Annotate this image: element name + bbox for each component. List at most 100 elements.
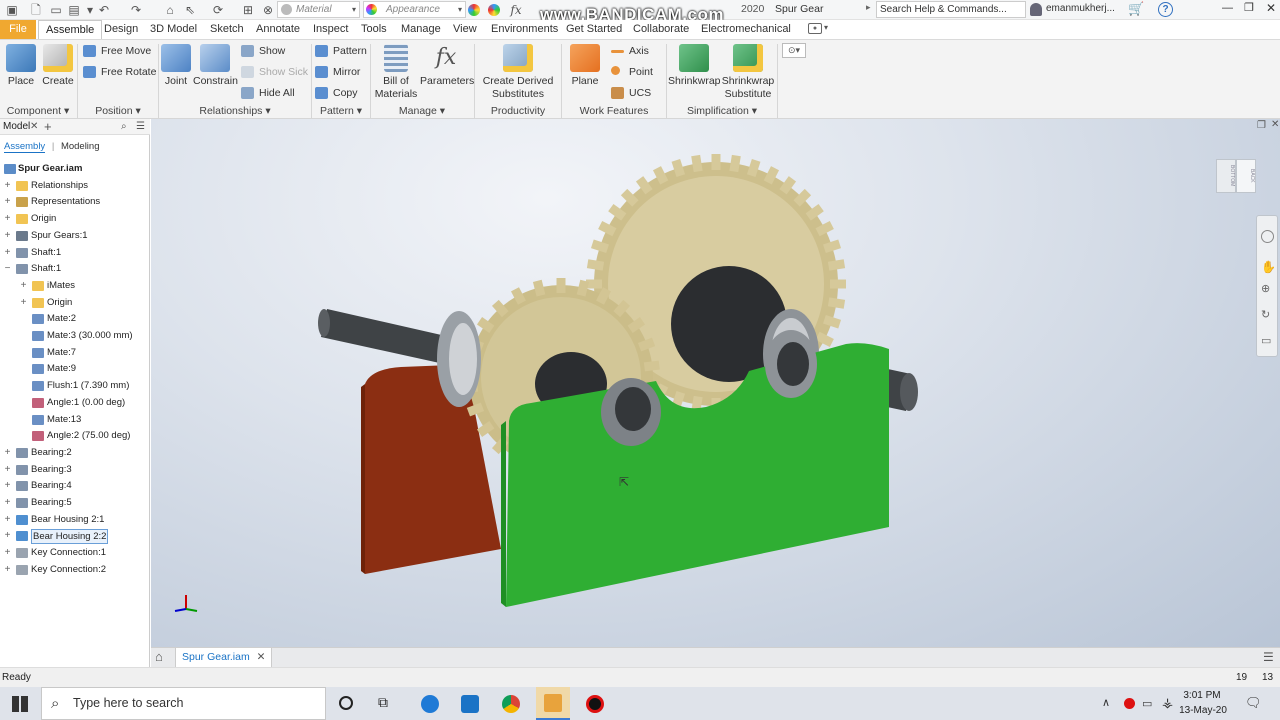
ribbon-options-icon[interactable]: ● xyxy=(808,23,822,34)
parameters-fx-icon[interactable]: fx xyxy=(508,2,524,18)
create-derived-substitutes-button[interactable]: Create Derived Substitutes xyxy=(478,40,558,101)
chrome-icon[interactable] xyxy=(502,695,520,713)
tab-spur-gear-iam[interactable]: Spur Gear.iam ✕ xyxy=(175,648,273,667)
group-work-features[interactable]: Work Features xyxy=(562,104,666,119)
group-simplification[interactable]: Simplification ▾ xyxy=(668,104,776,119)
tab-sketch[interactable]: Sketch xyxy=(203,20,251,39)
free-rotate-button[interactable]: Free Rotate xyxy=(82,63,156,81)
shrinkwrap-substitute-button[interactable]: Shrinkwrap Substitute xyxy=(720,40,776,101)
menu-icon[interactable]: ☰ xyxy=(136,119,145,135)
adjust-icon[interactable] xyxy=(468,4,480,16)
steering-wheel-icon[interactable] xyxy=(1261,230,1274,243)
help-search-input[interactable]: Search Help & Commands... xyxy=(876,1,1026,18)
inventor-taskbar-button[interactable] xyxy=(536,687,570,720)
close-icon[interactable]: ✕ xyxy=(257,651,266,663)
new-icon[interactable]: 🗋 xyxy=(28,2,44,18)
redo-icon[interactable]: ↷ xyxy=(128,2,144,18)
tab-inspect[interactable]: Inspect xyxy=(306,20,355,39)
network-icon[interactable]: ⚶ xyxy=(1162,695,1173,711)
windows-start-icon[interactable] xyxy=(12,696,28,712)
edge-icon[interactable] xyxy=(421,695,439,713)
viewcube-face-bottom[interactable]: BOTTOM xyxy=(1216,159,1236,193)
expand-toggle-icon[interactable]: + xyxy=(3,512,12,528)
task-view-icon[interactable]: ⧉ xyxy=(378,694,388,711)
tab-file[interactable]: File xyxy=(0,20,36,39)
minimize-icon[interactable]: — xyxy=(1222,2,1233,14)
expand-toggle-icon[interactable]: − xyxy=(3,261,12,277)
look-at-icon[interactable]: ▭ xyxy=(1261,334,1271,347)
clock-date[interactable]: 13-May-20 xyxy=(1179,705,1227,716)
close-icon[interactable]: ✕ xyxy=(1266,1,1276,15)
tab-environments[interactable]: Environments xyxy=(484,20,565,39)
mail-icon[interactable] xyxy=(461,695,479,713)
expand-toggle-icon[interactable]: + xyxy=(3,211,12,227)
expand-toggle-icon[interactable]: + xyxy=(19,278,28,294)
parameters-button[interactable]: fx Parameters xyxy=(420,40,474,88)
group-manage[interactable]: Manage ▾ xyxy=(372,104,472,119)
mode-modeling[interactable]: Modeling xyxy=(61,141,100,152)
free-move-button[interactable]: Free Move xyxy=(82,42,151,60)
tab-get-started[interactable]: Get Started xyxy=(559,20,629,39)
app-menu-icon[interactable]: ▣ xyxy=(4,2,20,18)
plane-button[interactable]: Plane xyxy=(566,40,604,88)
bandicam-icon[interactable] xyxy=(586,695,604,713)
restore-icon[interactable]: ❐ xyxy=(1244,1,1254,14)
expand-toggle-icon[interactable]: + xyxy=(19,295,28,311)
viewcube[interactable]: BOTTOM BACK xyxy=(1214,155,1260,197)
tab-collaborate[interactable]: Collaborate xyxy=(626,20,696,39)
notifications-icon[interactable]: 🗨 xyxy=(1245,695,1262,711)
appearance-dropdown[interactable]: Appearance ▾ xyxy=(363,1,466,18)
tab-view[interactable]: View xyxy=(446,20,484,39)
close-icon[interactable]: ✕ xyxy=(1271,119,1279,130)
orbit-icon[interactable]: ↻ xyxy=(1261,308,1270,321)
home-icon[interactable]: ⌂ xyxy=(162,2,178,18)
group-productivity[interactable]: Productivity xyxy=(476,104,560,119)
chevron-right-icon[interactable]: ▸ xyxy=(866,2,871,13)
clock-time[interactable]: 3:01 PM xyxy=(1182,690,1222,701)
expand-toggle-icon[interactable]: + xyxy=(3,245,12,261)
expand-toggle-icon[interactable]: + xyxy=(3,228,12,244)
cortana-icon[interactable] xyxy=(339,696,353,710)
search-icon[interactable]: ⌕ xyxy=(121,119,127,135)
show-sick-button[interactable]: Show Sick xyxy=(240,63,308,81)
expand-toggle-icon[interactable]: + xyxy=(3,178,12,194)
expand-toggle-icon[interactable]: + xyxy=(3,528,12,544)
graphics-viewport[interactable]: BOTTOM BACK ❐ ✕ ✋ ⊕ ↻ ▭ ⇱ xyxy=(151,119,1280,647)
tab-electromechanical[interactable]: Electromechanical xyxy=(694,20,798,39)
hide-all-button[interactable]: Hide All xyxy=(240,84,295,102)
open-icon[interactable]: ▭ xyxy=(48,2,64,18)
taskbar-search-input[interactable]: ⌕ Type here to search xyxy=(41,687,326,720)
tab-annotate[interactable]: Annotate xyxy=(249,20,307,39)
user-name[interactable]: emanmukherj... xyxy=(1046,3,1115,14)
group-relationships[interactable]: Relationships ▾ xyxy=(160,104,310,119)
home-icon[interactable]: ⌂ xyxy=(155,649,163,664)
tray-expand-icon[interactable]: ∧ xyxy=(1102,696,1110,709)
axis-button[interactable]: Axis xyxy=(610,42,649,60)
create-button[interactable]: Create xyxy=(41,40,75,88)
expand-toggle-icon[interactable]: + xyxy=(3,478,12,494)
mirror-button[interactable]: Mirror xyxy=(314,63,360,81)
zoom-icon[interactable]: ⊕ xyxy=(1261,282,1270,295)
joint-button[interactable]: Joint xyxy=(160,40,192,88)
point-button[interactable]: Point xyxy=(610,63,653,81)
chevron-down-icon[interactable]: ▾ xyxy=(824,23,828,32)
show-button[interactable]: Show xyxy=(240,42,285,60)
pattern-button[interactable]: Pattern xyxy=(314,42,367,60)
close-icon[interactable]: ✕ xyxy=(30,119,38,135)
help-icon[interactable]: ? xyxy=(1158,2,1173,17)
copy-button[interactable]: Copy xyxy=(314,84,358,102)
add-panel-icon[interactable]: + xyxy=(44,119,52,135)
expand-toggle-icon[interactable]: + xyxy=(3,462,12,478)
pan-icon[interactable]: ✋ xyxy=(1261,260,1276,274)
tab-assemble[interactable]: Assemble xyxy=(38,20,103,39)
group-pattern[interactable]: Pattern ▾ xyxy=(312,104,370,119)
material-dropdown[interactable]: Material ▾ xyxy=(277,1,360,18)
expand-toggle-icon[interactable]: + xyxy=(3,445,12,461)
expand-toggle-icon[interactable]: + xyxy=(3,545,12,561)
menu-icon[interactable]: ☰ xyxy=(1263,650,1274,664)
restore-icon[interactable]: ❐ xyxy=(1257,120,1266,131)
clear-appearance-icon[interactable] xyxy=(488,4,500,16)
battery-icon[interactable]: ▭ xyxy=(1142,697,1152,710)
constrain-button[interactable]: Constrain xyxy=(193,40,238,88)
measure-icon[interactable]: ⊞ xyxy=(240,2,256,18)
